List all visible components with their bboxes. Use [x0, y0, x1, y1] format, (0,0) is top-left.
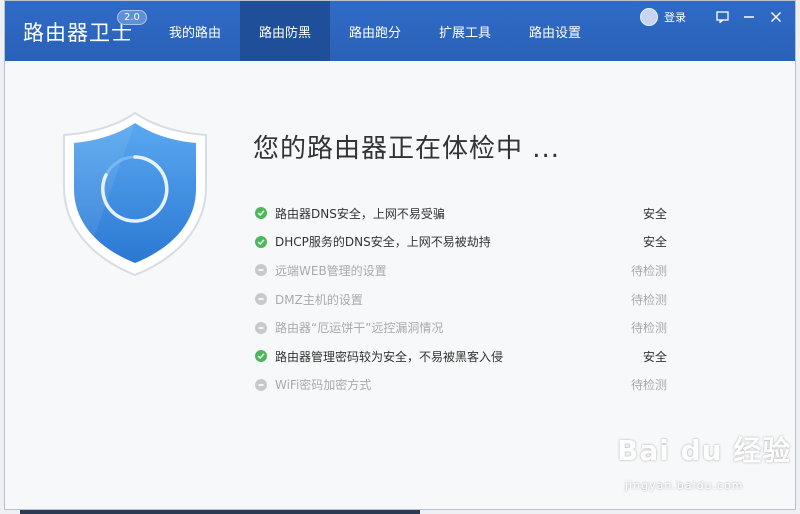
- tab-router-settings[interactable]: 路由设置: [510, 1, 600, 61]
- status-badge: 安全: [642, 349, 667, 364]
- shield-icon: [63, 111, 207, 277]
- header-bar: 路由器卫士 2.0 我的路由 路由防黑 路由跑分 扩展工具 路由设置 登录: [5, 1, 795, 61]
- tab-my-router[interactable]: 我的路由: [150, 1, 240, 61]
- pending-icon: [255, 264, 267, 277]
- status-badge: 安全: [642, 206, 667, 221]
- status-badge: 待检测: [630, 321, 667, 336]
- taskbar-strip: [20, 510, 420, 514]
- status-badge: 安全: [642, 235, 667, 250]
- status-badge: 待检测: [630, 378, 667, 393]
- check-icon: [255, 350, 267, 363]
- status-badge: 待检测: [630, 292, 667, 307]
- list-item: DMZ主机的设置 待检测: [255, 285, 685, 314]
- pending-icon: [255, 321, 267, 334]
- app-window: 路由器卫士 2.0 我的路由 路由防黑 路由跑分 扩展工具 路由设置 登录 您的…: [4, 0, 796, 510]
- avatar[interactable]: [640, 8, 658, 26]
- check-icon: [255, 207, 267, 220]
- tab-extension-tools[interactable]: 扩展工具: [420, 1, 510, 61]
- list-item: 路由器DNS安全，上网不易受骗 安全: [255, 199, 685, 228]
- check-list: 路由器DNS安全，上网不易受骗 安全 DHCP服务的DNS安全，上网不易被劫持 …: [255, 199, 685, 399]
- login-link[interactable]: 登录: [664, 9, 686, 25]
- list-item: 路由器“厄运饼干”远控漏洞情况 待检测: [255, 313, 685, 342]
- minimize-icon[interactable]: [740, 8, 758, 26]
- check-label: 路由器DNS安全，上网不易受骗: [275, 206, 445, 221]
- tab-router-benchmark[interactable]: 路由跑分: [330, 1, 420, 61]
- check-icon: [255, 235, 267, 248]
- check-label: 远端WEB管理的设置: [275, 263, 387, 278]
- page-title: 您的路由器正在体检中 ...: [253, 134, 561, 164]
- check-label: WiFi密码加密方式: [275, 378, 372, 393]
- pending-icon: [255, 378, 267, 391]
- window-controls: 登录: [640, 8, 785, 26]
- main-nav: 我的路由 路由防黑 路由跑分 扩展工具 路由设置: [150, 1, 600, 61]
- close-icon[interactable]: [767, 8, 785, 26]
- app-title: 路由器卫士: [23, 21, 133, 45]
- tab-router-antihack[interactable]: 路由防黑: [240, 1, 330, 61]
- check-label: DHCP服务的DNS安全，上网不易被劫持: [275, 235, 491, 250]
- list-item: 远端WEB管理的设置 待检测: [255, 256, 685, 285]
- pending-icon: [255, 293, 267, 306]
- status-badge: 待检测: [630, 263, 667, 278]
- version-badge: 2.0: [117, 10, 147, 25]
- check-label: 路由器“厄运饼干”远控漏洞情况: [275, 321, 444, 336]
- feedback-icon[interactable]: [713, 8, 731, 26]
- check-label: 路由器管理密码较为安全，不易被黑客入侵: [275, 349, 504, 364]
- list-item: DHCP服务的DNS安全，上网不易被劫持 安全: [255, 228, 685, 257]
- watermark-brand: Bai du 经验: [617, 434, 792, 467]
- check-label: DMZ主机的设置: [275, 292, 363, 307]
- list-item: 路由器管理密码较为安全，不易被黑客入侵 安全: [255, 342, 685, 371]
- list-item: WiFi密码加密方式 待检测: [255, 371, 685, 400]
- watermark-url: jingyan.baidu.com: [625, 479, 744, 492]
